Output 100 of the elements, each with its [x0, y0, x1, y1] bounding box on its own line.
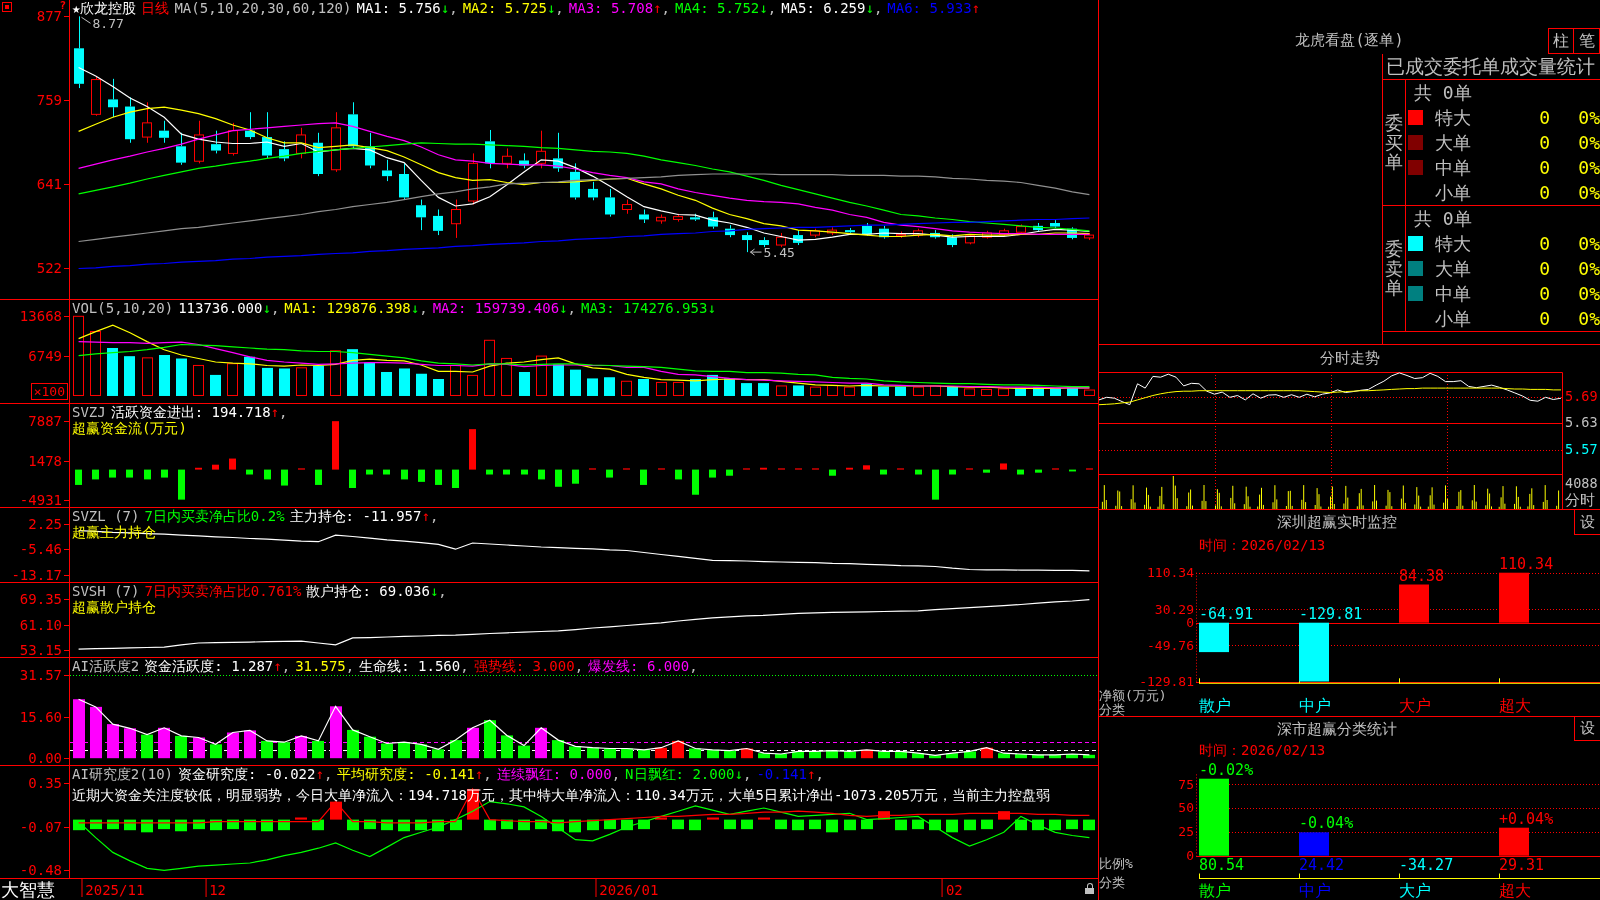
change-label: -0.02%: [1199, 760, 1254, 779]
legend-item: MA1: 5.756↓,: [356, 1, 458, 15]
axis-label: 13668: [19, 309, 62, 323]
axis-label: 75: [1178, 776, 1194, 792]
order-count: 0: [1538, 259, 1550, 278]
date-label: 2026/01: [595, 879, 659, 897]
unit-label: ×100: [30, 383, 68, 400]
legend-item: MA3: 5.708↑,: [568, 1, 670, 15]
date-label: 12: [205, 879, 227, 897]
order-size-label: 大单: [1435, 259, 1472, 278]
axis-label: -4931: [19, 492, 62, 507]
legend-item: SVZJ: [72, 405, 106, 419]
axis-label: 69.35: [19, 591, 62, 606]
axis-label: 641: [36, 176, 62, 191]
axis-title: 分类: [1099, 874, 1125, 890]
order-size-label: 小单: [1435, 309, 1472, 328]
order-total: 共 0单: [1413, 207, 1473, 231]
legend-item: 连续飘红: 0.000,: [496, 767, 621, 781]
legend-item: MA3: 174276.953↓: [580, 301, 716, 315]
price-label: 5.45: [763, 244, 795, 260]
order-count: 0: [1538, 284, 1550, 303]
date-label: 2025/11: [81, 879, 145, 897]
axis-label: 0: [1186, 848, 1194, 864]
legend-item: MA6: 5.933↑: [887, 1, 981, 15]
app-name: 大智慧: [0, 880, 55, 899]
order-percent: 0%: [1577, 309, 1600, 328]
axis-title: 分类: [1099, 701, 1125, 716]
order-count: 0: [1538, 133, 1550, 152]
axis-label: 25: [1178, 824, 1194, 840]
axis-label: 0: [1186, 615, 1194, 631]
legend-item: 爆发线: 6.000,: [588, 659, 698, 673]
legend-item: 散户持仓: 69.036↓,: [306, 584, 447, 598]
axis-label: -0.07: [19, 820, 62, 834]
legend-item: MA4: 5.752↓,: [674, 1, 777, 15]
axis-label: 110.34: [1147, 565, 1194, 581]
category-label: 大户: [1399, 695, 1431, 715]
category-label: 中户: [1299, 695, 1331, 715]
order-percent: 0%: [1577, 284, 1600, 303]
timestamp: 时间：2026/02/13: [1198, 741, 1327, 758]
legend-item: 平均研究度: -0.141↑,: [337, 767, 492, 781]
value-label: -34.27: [1399, 856, 1454, 874]
value-label: -129.81: [1299, 604, 1363, 623]
order-count: 0: [1538, 309, 1550, 328]
order-size-label: 中单: [1435, 158, 1472, 177]
value-label: 110.34: [1499, 555, 1554, 573]
axis-label: -13.17: [11, 567, 62, 582]
category-label: 中户: [1299, 880, 1331, 900]
category-label: 散户: [1199, 695, 1231, 715]
order-count: 0: [1538, 108, 1550, 127]
order-size-label: 大单: [1435, 133, 1472, 152]
axis-label: 1478: [28, 453, 62, 468]
legend-item: SVZL (7): [72, 509, 140, 523]
price-label: 8.77: [92, 15, 124, 31]
legend-item: 7日内买卖净占比0.761%: [144, 584, 302, 598]
axis-label: -49.76: [1147, 637, 1194, 653]
order-size-label: 中单: [1435, 284, 1472, 303]
legend-item: 113736.000↓,: [178, 301, 280, 315]
category-label: 大户: [1399, 880, 1431, 900]
legend-item: MA2: 159739.406↓,: [432, 301, 576, 315]
legend-item: MA(5,10,20,30,60,120): [174, 1, 352, 15]
date-label: 02: [941, 879, 963, 897]
order-percent: 0%: [1577, 259, 1600, 278]
axis-title: 净额(万元): [1099, 688, 1167, 703]
legend-item: MA1: 129876.398↓,: [284, 301, 428, 315]
order-count: 0: [1538, 158, 1550, 177]
legend-item: 主力持仓: -11.957↑,: [289, 509, 439, 523]
legend-item: SVSH (7): [72, 584, 140, 598]
legend-item: 7日内买卖净占比0.2%: [144, 509, 285, 523]
legend-item: 资金活跃度: 1.287↑,: [144, 659, 291, 673]
order-percent: 0%: [1577, 234, 1600, 253]
indicator-caption: 超赢资金流(万元): [71, 420, 187, 436]
axis-label: -5.46: [19, 542, 62, 557]
axis-label: 50: [1178, 800, 1194, 816]
legend-item: N日飘红: 2.000↓,: [625, 767, 752, 781]
axis-label: 759: [36, 93, 62, 108]
order-percent: 0%: [1577, 108, 1600, 127]
axis-label: 5.57: [1565, 442, 1598, 457]
category-label: 超大: [1499, 695, 1531, 715]
legend-item: AI活跃度2: [72, 659, 140, 673]
axis-label: 6749: [28, 349, 62, 364]
axis-label: 877: [36, 9, 62, 24]
legend-item: 强势线: 3.000,: [473, 659, 584, 673]
legend-item: MA5: 6.259↓,: [781, 1, 883, 15]
legend-item: 资金研究度: -0.022↑,: [178, 767, 333, 781]
indicator-caption: 超赢散户持仓: [71, 599, 156, 615]
order-count: 0: [1538, 183, 1550, 202]
order-percent: 0%: [1577, 183, 1600, 202]
volume-caption: 分时: [1565, 493, 1595, 508]
panel-title: 深圳超赢实时监控: [1275, 512, 1398, 533]
order-size-label: 特大: [1435, 234, 1472, 253]
volume-scale-label: 4088: [1565, 477, 1598, 491]
legend-item: VOL(5,10,20): [72, 301, 174, 315]
panel-title: 深市超赢分类统计: [1275, 718, 1398, 740]
change-label: -0.04%: [1299, 814, 1354, 833]
axis-label: -129.81: [1139, 674, 1194, 689]
axis-label: -0.48: [19, 863, 62, 878]
category-label: 散户: [1199, 880, 1231, 900]
order-percent: 0%: [1577, 158, 1600, 177]
legend-item: -0.141↑,: [756, 767, 824, 781]
axis-label: 522: [36, 261, 62, 276]
